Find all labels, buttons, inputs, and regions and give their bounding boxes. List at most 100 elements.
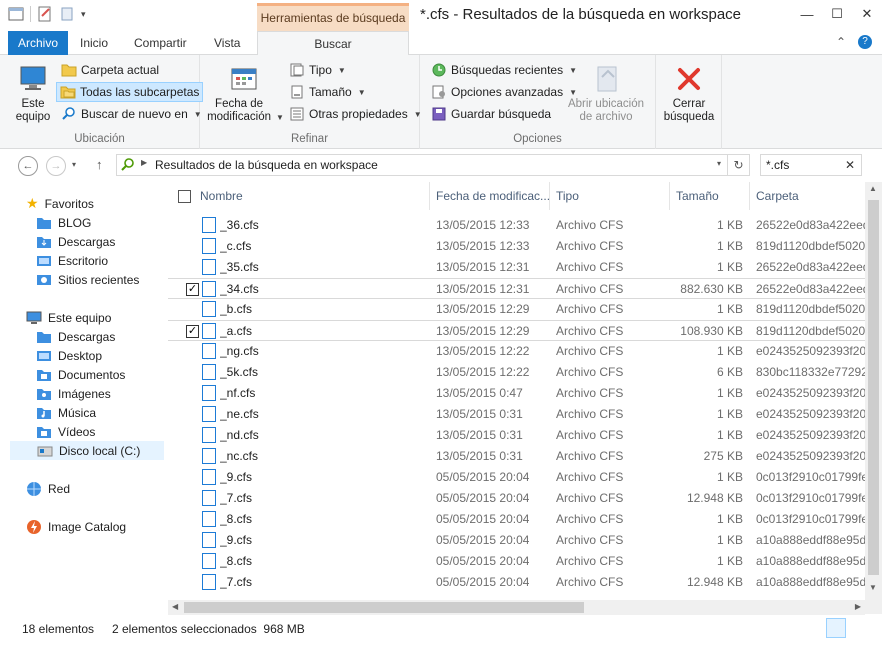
column-nombre[interactable]: Nombre — [194, 182, 430, 210]
qat-customize-icon[interactable]: ▾ — [81, 9, 86, 20]
tab-compartir[interactable]: Compartir — [122, 31, 199, 55]
row-checkbox[interactable]: ✓ — [186, 283, 199, 296]
nav-pc-imagenes[interactable]: Imágenes — [36, 384, 164, 403]
folder-blue-icon — [37, 217, 51, 229]
nav-pc-musica[interactable]: Música — [36, 403, 164, 422]
maximize-icon[interactable]: ☐ — [822, 0, 852, 28]
clear-search-icon[interactable]: ✕ — [845, 158, 855, 172]
file-name: _a.cfs — [220, 324, 253, 338]
scroll-left-icon[interactable]: ◀ — [172, 602, 178, 611]
table-row[interactable]: _9.cfs 05/05/2015 20:04 Archivo CFS 1 KB a10… — [168, 530, 867, 551]
nav-item-label: BLOG — [58, 215, 92, 230]
tipo-button[interactable]: Tipo ▼ — [286, 60, 349, 80]
minimize-icon[interactable]: — — [792, 0, 822, 28]
este-equipo-button[interactable]: Este equipo — [10, 63, 56, 124]
table-row[interactable]: _5k.cfs 13/05/2015 12:22 Archivo CFS 6 KB 83… — [168, 362, 867, 383]
cerrar-busqueda-button[interactable]: Cerrar búsqueda — [660, 63, 718, 124]
column-carpeta[interactable]: Carpeta — [750, 182, 867, 210]
buscar-de-nuevo-button[interactable]: Buscar de nuevo en ▼ — [58, 104, 205, 124]
file-icon — [202, 532, 216, 548]
table-row[interactable]: _ng.cfs 13/05/2015 12:22 Archivo CFS 1 KB e0… — [168, 341, 867, 362]
vertical-scrollbar[interactable]: ▲ ▼ — [865, 182, 882, 614]
tab-inicio[interactable]: Inicio — [68, 31, 120, 55]
file-name: _7.cfs — [220, 491, 253, 505]
forward-button[interactable]: → — [46, 156, 66, 176]
tamano-button[interactable]: Tamaño ▼ — [286, 82, 369, 102]
todas-subcarpetas-label: Todas las subcarpetas — [80, 85, 200, 99]
row-checkbox[interactable]: ✓ — [186, 325, 199, 338]
nav-pc-disco-local[interactable]: Disco local (C:) — [10, 441, 164, 460]
table-row[interactable]: _36.cfs 13/05/2015 12:33 Archivo CFS 1 KB 26… — [168, 215, 867, 236]
new-folder-icon[interactable] — [59, 6, 75, 22]
refresh-icon[interactable]: ↻ — [727, 155, 749, 175]
breadcrumb-chevron-icon[interactable]: ▶ — [141, 158, 147, 167]
nav-favoritos[interactable]: ★ Favoritos — [26, 194, 164, 213]
close-icon[interactable]: ✕ — [852, 0, 882, 28]
nav-fav-descargas[interactable]: Descargas — [36, 232, 164, 251]
tab-archivo[interactable]: Archivo — [8, 31, 69, 55]
nav-image-catalog[interactable]: Image Catalog — [26, 517, 164, 536]
table-row[interactable]: _nd.cfs 13/05/2015 0:31 Archivo CFS 1 KB e02… — [168, 425, 867, 446]
table-row[interactable]: _ne.cfs 13/05/2015 0:31 Archivo CFS 1 KB e02… — [168, 404, 867, 425]
file-type: Archivo CFS — [556, 491, 624, 505]
column-tipo[interactable]: Tipo — [550, 182, 670, 210]
todas-subcarpetas-button[interactable]: Todas las subcarpetas — [56, 82, 204, 102]
select-all-checkbox[interactable] — [178, 190, 191, 203]
table-row[interactable]: _nc.cfs 13/05/2015 0:31 Archivo CFS 275 KB e… — [168, 446, 867, 467]
address-field[interactable]: ▶ Resultados de la búsqueda en workspace… — [116, 154, 750, 176]
file-folder: e0243525092393f202b9 — [756, 428, 867, 442]
table-row[interactable]: _8.cfs 05/05/2015 20:04 Archivo CFS 1 KB a10… — [168, 551, 867, 572]
table-row[interactable]: _9.cfs 05/05/2015 20:04 Archivo CFS 1 KB 0c0… — [168, 467, 867, 488]
horizontal-scroll-thumb[interactable] — [184, 602, 584, 613]
collapse-ribbon-icon[interactable]: ⌃ — [836, 35, 846, 49]
back-button[interactable]: ← — [18, 156, 38, 176]
recent-locations-icon[interactable]: ▾ — [72, 160, 76, 169]
nav-pc-videos[interactable]: Vídeos — [36, 422, 164, 441]
table-row[interactable]: _7.cfs 05/05/2015 20:04 Archivo CFS 12.948 … — [168, 572, 867, 593]
abrir-ubicacion-button[interactable]: Abrir ubicación de archivo — [564, 63, 648, 124]
column-fecha[interactable]: Fecha de modificac... — [430, 182, 550, 210]
vertical-scroll-thumb[interactable] — [868, 200, 879, 575]
nav-fav-sitios-recientes[interactable]: Sitios recientes — [36, 270, 164, 289]
scroll-right-icon[interactable]: ▶ — [855, 602, 861, 611]
horizontal-scrollbar[interactable]: ◀ ▶ — [168, 600, 865, 615]
properties-icon[interactable] — [37, 6, 53, 22]
search-input[interactable]: *.cfs ✕ — [760, 154, 862, 176]
file-date: 13/05/2015 12:33 — [436, 239, 530, 253]
column-tamano[interactable]: Tamaño — [670, 182, 750, 210]
nav-fav-escritorio[interactable]: Escritorio — [36, 251, 164, 270]
large-icons-view-icon[interactable] — [850, 618, 870, 638]
otras-propiedades-button[interactable]: Otras propiedades ▼ — [286, 104, 425, 124]
scroll-up-icon[interactable]: ▲ — [869, 184, 877, 193]
scroll-down-icon[interactable]: ▼ — [869, 583, 877, 592]
carpeta-actual-button[interactable]: Carpeta actual — [58, 60, 162, 80]
nav-pc-descargas[interactable]: Descargas — [36, 327, 164, 346]
table-row[interactable]: _35.cfs 13/05/2015 12:31 Archivo CFS 1 KB 26… — [168, 257, 867, 278]
help-icon[interactable]: ? — [858, 35, 872, 49]
file-size: 1 KB — [716, 470, 743, 484]
table-row[interactable]: _nf.cfs 13/05/2015 0:47 Archivo CFS 1 KB e02… — [168, 383, 867, 404]
explorer-window-icon[interactable] — [8, 6, 24, 22]
table-row[interactable]: ✓ _a.cfs 13/05/2015 12:29 Archivo CFS 108.93… — [168, 320, 867, 341]
nav-red[interactable]: Red — [26, 479, 164, 498]
details-view-icon[interactable] — [826, 618, 846, 638]
nav-este-equipo[interactable]: Este equipo — [26, 308, 164, 327]
tab-vista[interactable]: Vista — [202, 31, 252, 55]
table-row[interactable]: _c.cfs 13/05/2015 12:33 Archivo CFS 1 KB 819… — [168, 236, 867, 257]
file-type: Archivo CFS — [556, 239, 624, 253]
table-row[interactable]: _7.cfs 05/05/2015 20:04 Archivo CFS 12.948 … — [168, 488, 867, 509]
busquedas-recientes-button[interactable]: Búsquedas recientes ▼ — [428, 60, 580, 80]
nav-pc-desktop[interactable]: Desktop — [36, 346, 164, 365]
fecha-modificacion-button[interactable]: Fecha de modificación ▼ — [204, 63, 284, 124]
table-row[interactable]: ✓ _34.cfs 13/05/2015 12:31 Archivo CFS 882.6… — [168, 278, 867, 299]
table-row[interactable]: _b.cfs 13/05/2015 12:29 Archivo CFS 1 KB 819… — [168, 299, 867, 320]
table-row[interactable]: _8.cfs 05/05/2015 20:04 Archivo CFS 1 KB 0c0… — [168, 509, 867, 530]
context-tab-header: Herramientas de búsqueda — [257, 3, 409, 31]
nav-fav-blog[interactable]: BLOG — [36, 213, 164, 232]
up-arrow-icon[interactable]: ↑ — [96, 157, 103, 172]
tab-buscar[interactable]: Buscar — [257, 31, 409, 56]
opciones-avanzadas-button[interactable]: Opciones avanzadas ▼ — [428, 82, 580, 102]
guardar-busqueda-button[interactable]: Guardar búsqueda — [428, 104, 554, 124]
nav-pc-documentos[interactable]: Documentos — [36, 365, 164, 384]
address-dropdown-icon[interactable]: ▾ — [717, 159, 721, 168]
